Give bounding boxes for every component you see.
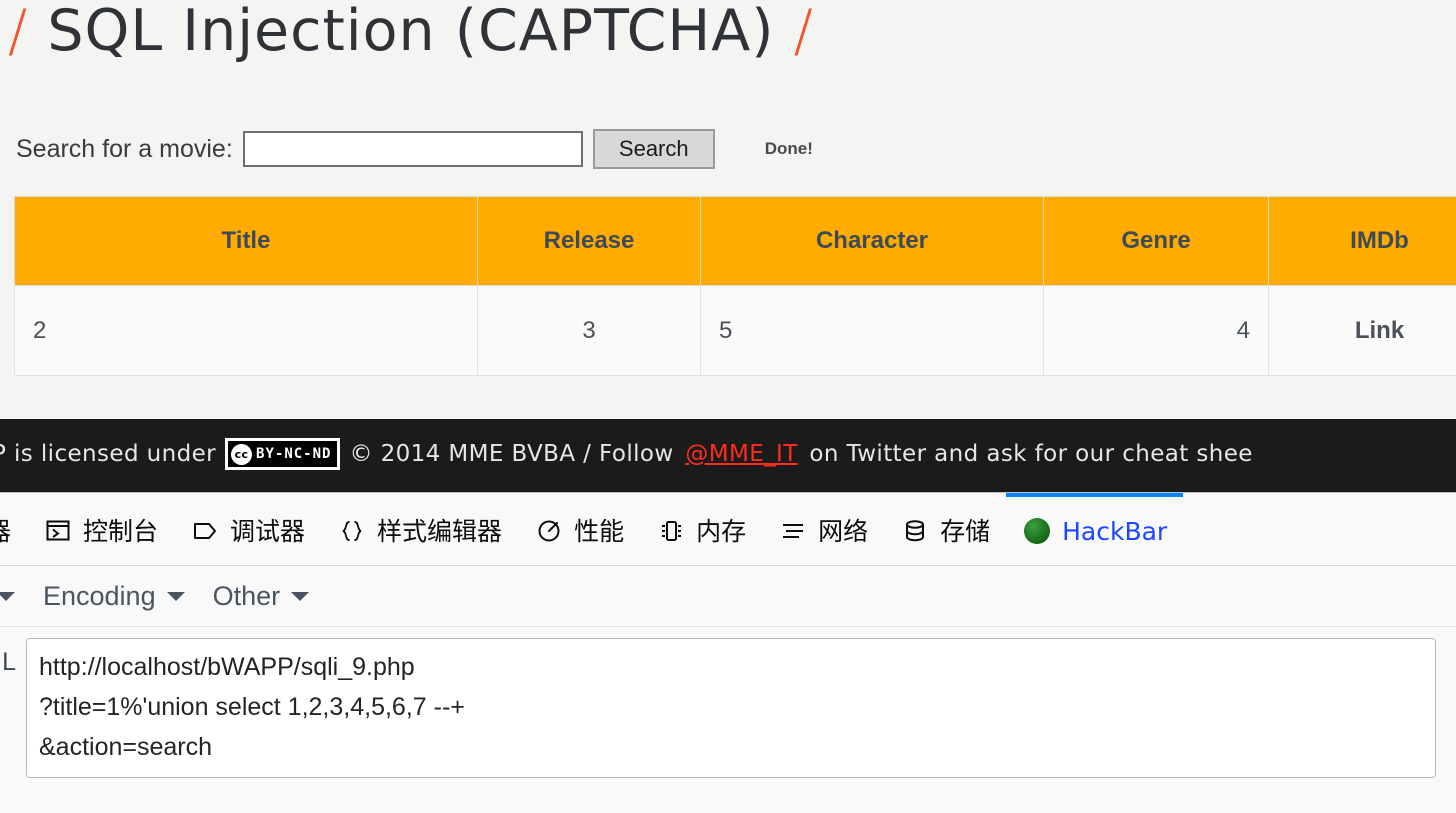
storage-icon: [900, 516, 930, 546]
tab-debugger[interactable]: 调试器: [174, 493, 321, 565]
network-icon: [778, 516, 808, 546]
creative-commons-badge: cc BY-NC-ND: [225, 438, 340, 470]
tab-network-label: 网络: [818, 519, 868, 544]
column-header-character: Character: [701, 197, 1044, 286]
performance-icon: [534, 516, 564, 546]
search-input[interactable]: [243, 131, 583, 167]
tab-style-editor[interactable]: 样式编辑器: [321, 493, 518, 565]
tab-hackbar[interactable]: HackBar: [1006, 493, 1183, 565]
search-form: Search for a movie: Search Done!: [16, 126, 813, 172]
memory-icon: [656, 516, 686, 546]
footer-text: P is licensed under cc BY-NC-ND © 2014 M…: [0, 438, 1253, 470]
hackbar-menu-partial[interactable]: [0, 592, 29, 601]
column-header-release: Release: [478, 197, 701, 286]
twitter-link[interactable]: @MME_IT: [685, 441, 797, 467]
console-icon: [43, 516, 73, 546]
table-header-row: Title Release Character Genre IMDb: [15, 197, 1456, 286]
tab-style-editor-label: 样式编辑器: [377, 519, 502, 544]
column-header-imdb: IMDb: [1269, 197, 1456, 286]
bwapp-page-area: / SQL Injection (CAPTCHA) / Search for a…: [0, 0, 1456, 492]
chevron-down-icon: [167, 592, 185, 601]
hackbar-panel: Encoding Other L http://localhost/bWAPP/…: [0, 566, 1456, 813]
column-header-title: Title: [15, 197, 478, 286]
footer-tail-text: on Twitter and ask for our cheat shee: [809, 441, 1252, 467]
debugger-icon: [190, 516, 220, 546]
hackbar-menu-encoding[interactable]: Encoding: [29, 581, 199, 612]
hackbar-menu-encoding-label: Encoding: [43, 581, 156, 612]
devtools-tab-bar: 器 控制台 调试器: [0, 493, 1456, 566]
tab-console-label: 控制台: [83, 519, 158, 544]
tab-debugger-label: 调试器: [230, 519, 305, 544]
title-slash-left: /: [8, 0, 28, 64]
cc-license-text: BY-NC-ND: [256, 446, 334, 462]
page-title-text: SQL Injection (CAPTCHA): [47, 0, 774, 64]
tab-inspector-label: 器: [0, 519, 11, 544]
tab-inspector[interactable]: 器: [0, 493, 27, 565]
hackbar-icon: [1022, 516, 1052, 546]
hackbar-url-row: L http://localhost/bWAPP/sqli_9.php ?tit…: [0, 638, 1436, 778]
chevron-down-icon: [0, 592, 15, 601]
cell-release: 3: [478, 286, 701, 376]
tab-storage[interactable]: 存储: [884, 493, 1006, 565]
title-slash-right: /: [794, 0, 814, 64]
chevron-down-icon: [291, 592, 309, 601]
url-input[interactable]: http://localhost/bWAPP/sqli_9.php ?title…: [26, 638, 1436, 778]
column-header-genre: Genre: [1044, 197, 1269, 286]
status-text: Done!: [765, 139, 813, 159]
style-editor-icon: [337, 516, 367, 546]
cell-imdb-link[interactable]: Link: [1269, 286, 1456, 376]
tab-memory-label: 内存: [696, 519, 746, 544]
results-table: Title Release Character Genre IMDb 2 3 5…: [14, 196, 1456, 376]
tab-performance-label: 性能: [574, 519, 624, 544]
page-title: / SQL Injection (CAPTCHA) /: [8, 0, 814, 64]
tab-console[interactable]: 控制台: [27, 493, 174, 565]
url-label: L: [0, 638, 16, 677]
cell-character: 5: [701, 286, 1044, 376]
hackbar-menu-other-label: Other: [213, 581, 281, 612]
footer-copyright: © 2014 MME BVBA / Follow: [349, 441, 673, 467]
tab-memory[interactable]: 内存: [640, 493, 762, 565]
hackbar-toolbar: Encoding Other: [0, 566, 1456, 627]
search-label: Search for a movie:: [16, 135, 233, 164]
cc-icon: cc: [231, 444, 252, 465]
tab-hackbar-label: HackBar: [1062, 519, 1167, 544]
footer-license-text: P is licensed under: [0, 441, 216, 467]
tab-network[interactable]: 网络: [762, 493, 884, 565]
site-footer: P is licensed under cc BY-NC-ND © 2014 M…: [0, 419, 1456, 492]
cell-title: 2: [15, 286, 478, 376]
table-row: 2 3 5 4 Link: [15, 286, 1456, 376]
search-button[interactable]: Search: [593, 129, 715, 169]
devtools-panel: 器 控制台 调试器: [0, 492, 1456, 813]
hackbar-menu-other[interactable]: Other: [199, 581, 324, 612]
tab-storage-label: 存储: [940, 519, 990, 544]
cell-genre: 4: [1044, 286, 1269, 376]
tab-performance[interactable]: 性能: [518, 493, 640, 565]
